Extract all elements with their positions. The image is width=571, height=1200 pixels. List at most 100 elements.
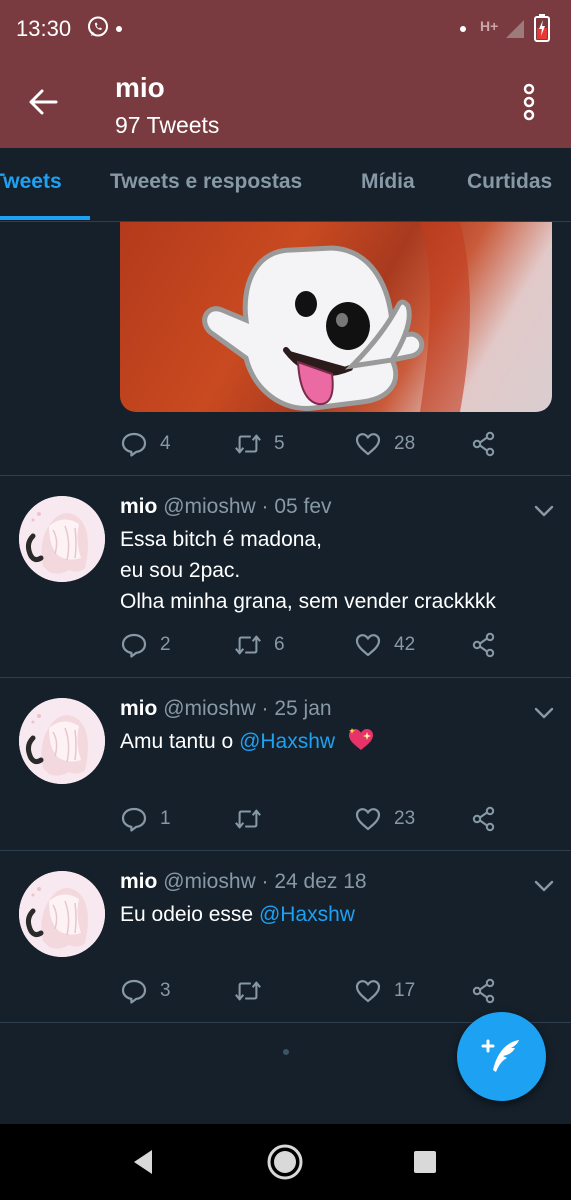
- tab-tweets[interactable]: Tweets: [0, 170, 62, 194]
- status-time: 13:30: [16, 16, 72, 41]
- tweet-handle-date: @mioshw · 25 jan: [163, 697, 332, 720]
- retweet-icon: [234, 977, 262, 1005]
- retweet-icon: [234, 805, 262, 833]
- tweet-item[interactable]: mio @mioshw · 25 jan Amu tantu o @Haxshw…: [0, 678, 571, 850]
- reply-button[interactable]: 1: [120, 804, 171, 834]
- back-triangle-icon[interactable]: [124, 1142, 164, 1182]
- like-icon: [354, 430, 382, 458]
- like-button[interactable]: 23: [354, 804, 415, 834]
- mention-link[interactable]: @Haxshw: [259, 903, 355, 926]
- tweet-header: mio @mioshw · 24 dez 18: [120, 870, 367, 894]
- tweet-text-body: Eu odeio esse: [120, 903, 259, 926]
- share-icon: [470, 631, 498, 659]
- reply-count: 2: [160, 634, 171, 655]
- tweet-text-line: eu sou 2pac.: [120, 559, 241, 582]
- tweet-text-line: Olha minha grana, sem vender crackkkk: [120, 590, 496, 613]
- notification-dot: [116, 26, 122, 32]
- reply-icon: [120, 977, 148, 1005]
- tweet-actions: 4 5 28: [120, 429, 520, 459]
- tab-likes[interactable]: Curtidas: [467, 170, 552, 194]
- like-icon: [354, 631, 382, 659]
- retweet-button[interactable]: [234, 976, 274, 1006]
- mention-link[interactable]: @Haxshw: [239, 730, 335, 753]
- tweet-author-name: mio: [120, 697, 158, 720]
- share-icon: [470, 430, 498, 458]
- chevron-down-icon[interactable]: [531, 703, 557, 723]
- avatar[interactable]: [19, 698, 105, 784]
- tweet-header: mio @mioshw · 05 fev: [120, 495, 332, 519]
- back-arrow-icon[interactable]: [22, 82, 66, 122]
- recents-square-icon[interactable]: [405, 1142, 445, 1182]
- profile-name: mio: [115, 72, 165, 103]
- status-bar: 13:30 H+: [0, 0, 571, 58]
- home-circle-icon[interactable]: [265, 1142, 305, 1182]
- compose-tweet-icon: [481, 1039, 519, 1072]
- like-count: 17: [394, 980, 416, 1001]
- like-count: 23: [394, 808, 416, 829]
- compose-tweet-button[interactable]: [457, 1012, 546, 1101]
- like-button[interactable]: 17: [354, 976, 415, 1006]
- share-button[interactable]: [470, 630, 498, 660]
- retweet-button[interactable]: 5: [234, 429, 285, 459]
- system-navigation-bar: [0, 1124, 571, 1200]
- profile-header: mio 97 Tweets: [0, 58, 571, 148]
- reply-icon: [120, 430, 148, 458]
- loading-indicator: [283, 1049, 289, 1055]
- tweet-text-line: Essa bitch é madona,: [120, 528, 322, 551]
- profile-tabs: Tweets Tweets e respostas Mídia Curtidas: [0, 148, 571, 222]
- tweet-actions: 1 23: [120, 804, 520, 834]
- retweet-button[interactable]: [234, 804, 274, 834]
- share-button[interactable]: [470, 429, 498, 459]
- tweet-actions: 2 6 42: [120, 630, 520, 660]
- ghost-emoji-overlay: [202, 222, 470, 412]
- share-icon: [470, 977, 498, 1005]
- tweet-header: mio @mioshw · 25 jan: [120, 697, 332, 721]
- like-button[interactable]: 28: [354, 429, 415, 459]
- chevron-down-icon[interactable]: [531, 501, 557, 521]
- reply-button[interactable]: 3: [120, 976, 171, 1006]
- tweet-media-image[interactable]: [120, 222, 552, 412]
- tweet-text-body: Amu tantu o: [120, 730, 240, 753]
- retweet-icon: [234, 430, 262, 458]
- tweet-handle-date: @mioshw · 05 fev: [163, 495, 332, 518]
- avatar[interactable]: [19, 496, 105, 582]
- reply-icon: [120, 631, 148, 659]
- retweet-icon: [234, 631, 262, 659]
- like-icon: [354, 805, 382, 833]
- reply-button[interactable]: 2: [120, 630, 171, 660]
- reply-icon: [120, 805, 148, 833]
- tweet-item[interactable]: mio @mioshw · 24 dez 18 Eu odeio esse @H…: [0, 851, 571, 1023]
- active-tab-indicator: [0, 216, 90, 220]
- tweet-handle-date: @mioshw · 24 dez 18: [163, 870, 367, 893]
- like-button[interactable]: 42: [354, 630, 415, 660]
- share-button[interactable]: [470, 804, 498, 834]
- reply-count: 3: [160, 980, 171, 1001]
- like-icon: [354, 977, 382, 1005]
- tweet-item[interactable]: mio @mioshw · 05 fev Essa bitch é madona…: [0, 476, 571, 677]
- tweet-text: Amu tantu o @Haxshw: [120, 726, 375, 757]
- signal-icon: [506, 20, 524, 38]
- retweet-count: 5: [274, 433, 285, 454]
- battery-icon: [534, 14, 550, 42]
- tweet-text: Essa bitch é madona, eu sou 2pac. Olha m…: [120, 524, 496, 617]
- tab-tweets-and-replies[interactable]: Tweets e respostas: [110, 170, 302, 194]
- chevron-down-icon[interactable]: [531, 876, 557, 896]
- avatar[interactable]: [19, 871, 105, 957]
- reply-count: 1: [160, 808, 171, 829]
- tweet-author-name: mio: [120, 870, 158, 893]
- tab-media[interactable]: Mídia: [361, 170, 415, 194]
- network-type: H+: [480, 18, 499, 34]
- tweet-author-name: mio: [120, 495, 158, 518]
- reply-button[interactable]: 4: [120, 429, 171, 459]
- reply-count: 4: [160, 433, 171, 454]
- status-dot: [460, 26, 466, 32]
- tweet-count: 97 Tweets: [115, 112, 220, 138]
- retweet-button[interactable]: 6: [234, 630, 285, 660]
- like-count: 28: [394, 433, 416, 454]
- more-vertical-icon[interactable]: [514, 80, 544, 124]
- whatsapp-icon: [88, 16, 108, 37]
- retweet-count: 6: [274, 634, 285, 655]
- share-button[interactable]: [470, 976, 498, 1006]
- share-icon: [470, 805, 498, 833]
- like-count: 42: [394, 634, 416, 655]
